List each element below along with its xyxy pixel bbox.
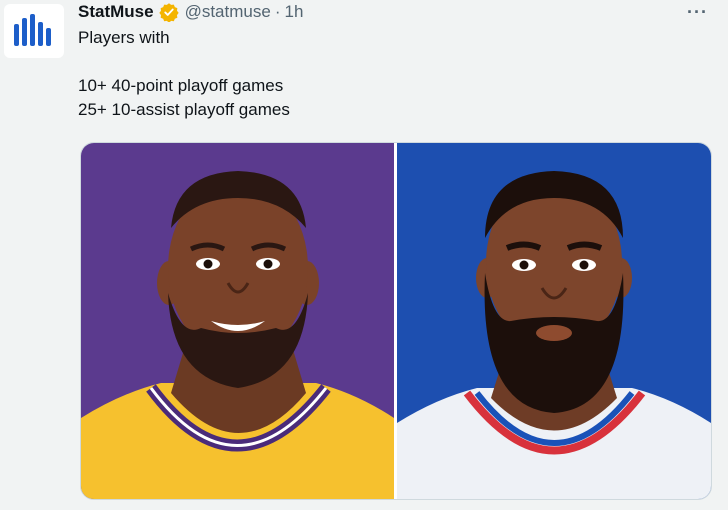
author-name[interactable]: StatMuse bbox=[78, 2, 154, 22]
right-player-panel bbox=[397, 143, 711, 499]
tweet[interactable]: StatMuse @statmuse · 1h ··· Players with… bbox=[0, 0, 728, 510]
media-image[interactable] bbox=[80, 142, 712, 500]
tweet-text: Players with 10+ 40-point playoff games … bbox=[78, 26, 290, 122]
verified-badge-icon bbox=[158, 3, 179, 22]
more-options-button[interactable]: ··· bbox=[687, 2, 708, 23]
tweet-line bbox=[78, 50, 290, 74]
avatar[interactable] bbox=[4, 4, 64, 58]
player-illustration-lakers-icon bbox=[81, 143, 394, 499]
tweet-line: Players with bbox=[78, 28, 170, 47]
tweet-line: 10+ 40-point playoff games bbox=[78, 76, 284, 95]
left-player-panel bbox=[81, 143, 394, 499]
author-handle[interactable]: @statmuse bbox=[185, 2, 271, 22]
tweet-line: 25+ 10-assist playoff games bbox=[78, 100, 290, 119]
tweet-header: StatMuse @statmuse · 1h bbox=[78, 0, 303, 24]
separator-dot: · bbox=[274, 2, 281, 21]
statmuse-logo-icon bbox=[14, 14, 51, 46]
player-illustration-76ers-icon bbox=[397, 143, 711, 499]
timestamp[interactable]: 1h bbox=[284, 2, 303, 22]
